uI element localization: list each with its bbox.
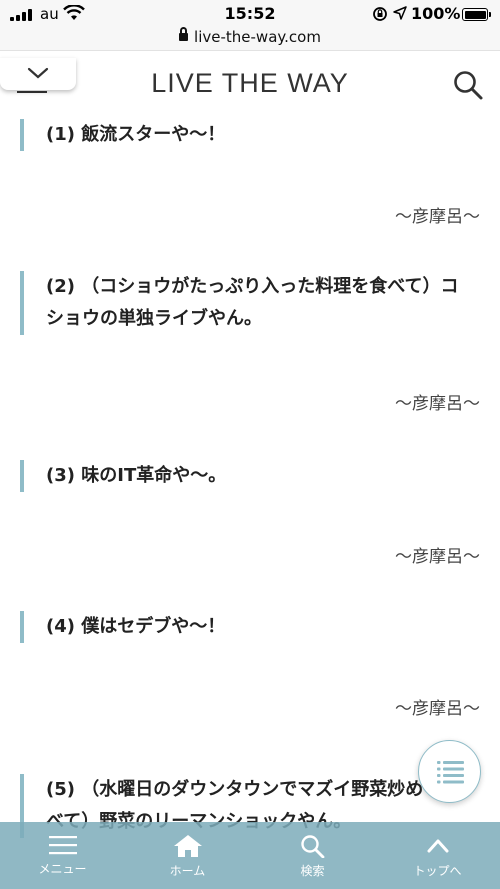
status-bar: au 15:52 100% xyxy=(0,0,500,28)
nav-item-menu[interactable]: メニュー xyxy=(0,822,125,889)
search-icon[interactable] xyxy=(452,69,484,101)
url-text: live-the-way.com xyxy=(194,28,321,46)
chevron-up-icon xyxy=(427,839,448,853)
nav-label: メニュー xyxy=(38,862,87,876)
battery-icon xyxy=(462,8,491,21)
location-arrow-icon xyxy=(393,6,407,20)
nav-label: トップへ xyxy=(413,864,462,878)
bottom-nav: メニュー ホーム 検索 トップへ xyxy=(0,822,500,889)
quote-author: 〜彦摩呂〜 xyxy=(395,699,480,719)
site-title[interactable]: LIVE THE WAY xyxy=(0,68,500,99)
battery-percent: 100% xyxy=(411,4,461,23)
quote-block: (3) 味のIT革命や〜。 xyxy=(20,460,460,492)
quote-block: (2) （コショウがたっぷり入った料理を食べて）コショウの単独ライブやん。 xyxy=(20,271,460,335)
nav-item-to-top[interactable]: トップへ xyxy=(375,822,500,889)
quote-author: 〜彦摩呂〜 xyxy=(395,547,480,567)
site-header: LIVE THE WAY xyxy=(0,50,500,112)
nav-item-home[interactable]: ホーム xyxy=(125,822,250,889)
lock-icon xyxy=(179,27,189,41)
home-icon xyxy=(173,835,202,857)
quote-block: (4) 僕はセデブや〜！ xyxy=(20,611,460,643)
quote-block: (1) 飯流スターや〜！ xyxy=(20,119,460,151)
url-bar[interactable]: live-the-way.com xyxy=(0,27,500,50)
quote-author: 〜彦摩呂〜 xyxy=(395,394,480,414)
nav-label: ホーム xyxy=(169,864,206,878)
nav-item-search[interactable]: 検索 xyxy=(250,822,375,889)
list-icon xyxy=(437,761,464,784)
rotation-lock-icon xyxy=(373,7,387,21)
table-of-contents-button[interactable] xyxy=(418,740,481,803)
nav-label: 検索 xyxy=(300,864,325,878)
menu-icon xyxy=(48,836,77,855)
search-icon xyxy=(300,835,324,858)
quote-author: 〜彦摩呂〜 xyxy=(395,207,480,227)
